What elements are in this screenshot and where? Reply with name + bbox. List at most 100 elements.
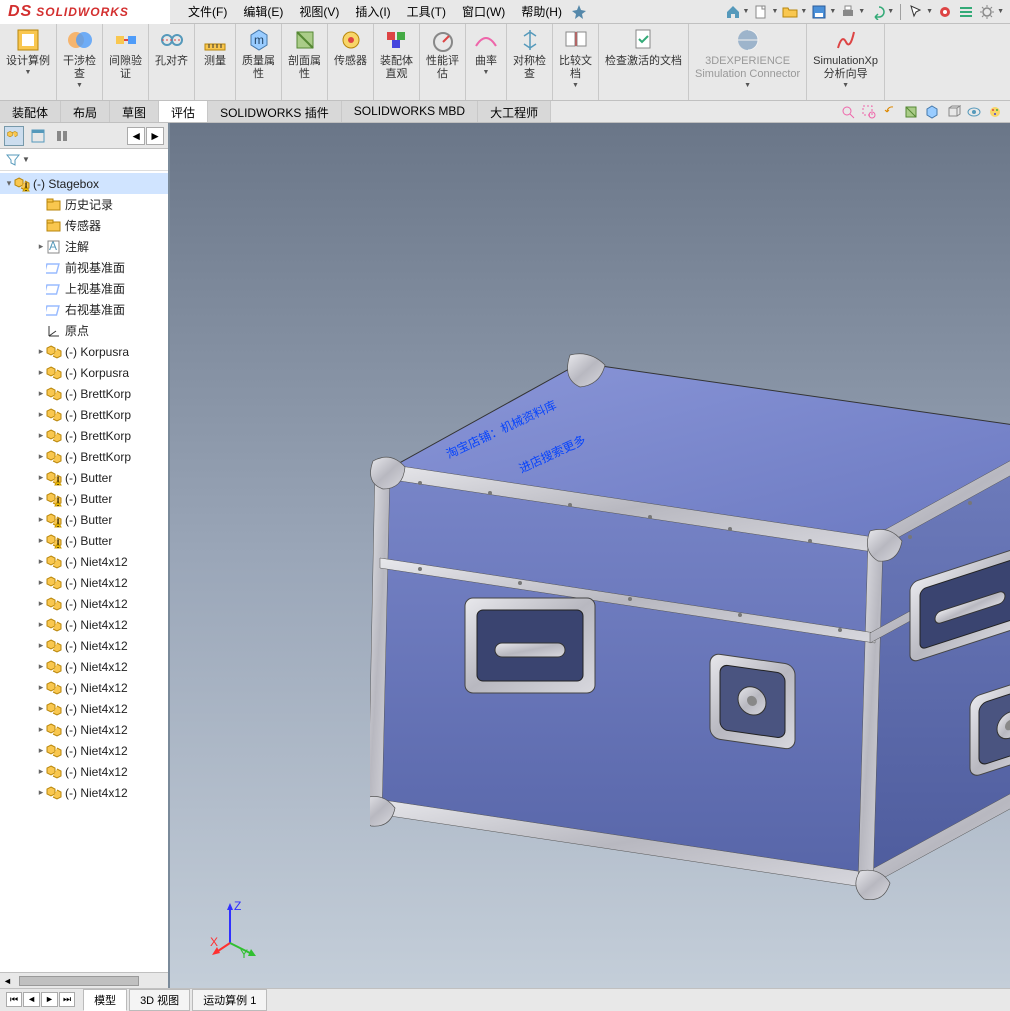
new-drop[interactable]: ▼ (771, 8, 778, 15)
view-orient-icon[interactable] (923, 103, 941, 121)
graphics-viewport[interactable]: 淘宝店铺：机械资料库 进店搜索更多 Z X Y (170, 123, 1010, 988)
tree-item[interactable]: ▸(-) Niet4x12 (0, 656, 168, 677)
bottom-tab-3dview[interactable]: 3D 视图 (129, 989, 190, 1011)
interference-check-drop[interactable]: ▼ (76, 82, 83, 89)
caret-icon[interactable]: ▸ (36, 703, 46, 714)
tree-item[interactable]: ▸!(-) Butter (0, 467, 168, 488)
tree-item[interactable]: ▸(-) Korpusra (0, 341, 168, 362)
settings-icon[interactable] (978, 3, 996, 21)
settings-drop[interactable]: ▼ (997, 8, 1004, 15)
view-triad[interactable]: Z X Y (210, 898, 270, 958)
tree-item[interactable]: ▸(-) Niet4x12 (0, 698, 168, 719)
nav-prev[interactable]: ◄ (23, 992, 40, 1007)
nav-next[interactable]: ► (41, 992, 58, 1007)
caret-icon[interactable]: ▸ (36, 451, 46, 462)
ribbon-check-active[interactable]: 检查激活的文档 (599, 24, 689, 100)
ribbon-hole-align[interactable]: 孔对齐 (149, 24, 195, 100)
tree-root[interactable]: ▾!(-) Stagebox (0, 173, 168, 194)
nav-first[interactable]: ⏮ (6, 992, 22, 1007)
tree-item[interactable]: ▸(-) Niet4x12 (0, 551, 168, 572)
fm-page-next[interactable]: ► (146, 127, 164, 145)
ribbon-section-props[interactable]: 剖面属性 (282, 24, 328, 100)
fm-tab-tree[interactable] (4, 126, 24, 146)
bottom-tab-model[interactable]: 模型 (83, 989, 127, 1011)
tree-item[interactable]: ▸(-) Niet4x12 (0, 593, 168, 614)
cmdtab-评估[interactable]: 评估 (159, 101, 208, 122)
ribbon-measure[interactable]: 测量 (195, 24, 236, 100)
select-drop[interactable]: ▼ (926, 8, 933, 15)
ribbon-mass-props[interactable]: m质量属性 (236, 24, 282, 100)
tree-item[interactable]: ▸!(-) Butter (0, 488, 168, 509)
cmdtab-SOLIDWORKS 插件[interactable]: SOLIDWORKS 插件 (208, 101, 342, 122)
caret-icon[interactable]: ▸ (36, 472, 46, 483)
home-drop[interactable]: ▼ (743, 8, 750, 15)
rebuild-icon[interactable] (936, 3, 954, 21)
caret-icon[interactable]: ▸ (36, 409, 46, 420)
ribbon-clearance-verify[interactable]: 间隙验证 (103, 24, 149, 100)
simxpress-drop[interactable]: ▼ (842, 82, 849, 89)
zoom-fit-icon[interactable] (839, 103, 857, 121)
print-icon[interactable] (839, 3, 857, 21)
tree-item[interactable]: ▸A注解 (0, 236, 168, 257)
scroll-left[interactable]: ◄ (0, 976, 15, 986)
filter-drop-icon[interactable]: ▼ (22, 155, 30, 164)
bottom-tab-motion[interactable]: 运动算例 1 (192, 989, 267, 1011)
caret-icon[interactable]: ▸ (36, 598, 46, 609)
ribbon-compare-docs[interactable]: 比较文档▼ (553, 24, 599, 100)
ribbon-sensor[interactable]: 传感器 (328, 24, 374, 100)
fm-tab-property[interactable] (28, 126, 48, 146)
menu-edit[interactable]: 编辑(E) (235, 0, 291, 23)
compare-docs-drop[interactable]: ▼ (572, 82, 579, 89)
caret-icon[interactable]: ▸ (36, 367, 46, 378)
tree-item[interactable]: ▸!(-) Butter (0, 530, 168, 551)
print-drop[interactable]: ▼ (858, 8, 865, 15)
menu-tools[interactable]: 工具(T) (399, 0, 454, 23)
cmdtab-草图[interactable]: 草图 (110, 101, 159, 122)
menu-help[interactable]: 帮助(H) (513, 0, 570, 23)
caret-icon[interactable]: ▸ (36, 535, 46, 546)
save-icon[interactable] (810, 3, 828, 21)
ribbon-interference-check[interactable]: 干涉检查▼ (57, 24, 103, 100)
design-example-drop[interactable]: ▼ (25, 69, 32, 76)
tree-item[interactable]: ▸(-) Niet4x12 (0, 635, 168, 656)
tree-item[interactable]: ▸(-) Niet4x12 (0, 782, 168, 803)
options-icon[interactable] (957, 3, 975, 21)
home-icon[interactable] (724, 3, 742, 21)
feature-tree[interactable]: ▾!(-) Stagebox历史记录传感器▸A注解前视基准面上视基准面右视基准面… (0, 171, 168, 972)
save-drop[interactable]: ▼ (829, 8, 836, 15)
menu-file[interactable]: 文件(F) (180, 0, 235, 23)
new-doc-icon[interactable] (752, 3, 770, 21)
fm-page-prev[interactable]: ◄ (127, 127, 145, 145)
section-view-icon[interactable] (902, 103, 920, 121)
edit-appearance-icon[interactable] (986, 103, 1004, 121)
tree-item[interactable]: ▸(-) Niet4x12 (0, 677, 168, 698)
ribbon-simxpress[interactable]: SimulationXp分析向导▼ (807, 24, 885, 100)
ribbon-design-example[interactable]: 设计算例▼ (0, 24, 57, 100)
caret-icon[interactable]: ▸ (36, 619, 46, 630)
fm-hscroll[interactable]: ◄ (0, 972, 168, 988)
select-icon[interactable] (907, 3, 925, 21)
caret-icon[interactable]: ▸ (36, 556, 46, 567)
menu-window[interactable]: 窗口(W) (454, 0, 513, 23)
tree-item[interactable]: 右视基准面 (0, 299, 168, 320)
tree-item[interactable]: 历史记录 (0, 194, 168, 215)
undo-icon[interactable] (868, 3, 886, 21)
tree-item[interactable]: ▸(-) BrettKorp (0, 383, 168, 404)
tree-item[interactable]: ▸(-) Korpusra (0, 362, 168, 383)
scroll-thumb[interactable] (19, 976, 139, 986)
pin-icon[interactable] (570, 3, 588, 21)
menu-insert[interactable]: 插入(I) (347, 0, 398, 23)
ribbon-sym-check[interactable]: 对称检查 (507, 24, 553, 100)
tree-item[interactable]: ▸(-) Niet4x12 (0, 614, 168, 635)
tree-item[interactable]: 前视基准面 (0, 257, 168, 278)
caret-icon[interactable]: ▸ (36, 430, 46, 441)
tree-item[interactable]: 传感器 (0, 215, 168, 236)
ribbon-assy-visual[interactable]: 装配体直观 (374, 24, 420, 100)
caret-icon[interactable]: ▸ (36, 346, 46, 357)
cmdtab-SOLIDWORKS MBD[interactable]: SOLIDWORKS MBD (342, 101, 478, 122)
zoom-area-icon[interactable] (860, 103, 878, 121)
3dexp-drop[interactable]: ▼ (744, 82, 751, 89)
open-icon[interactable] (781, 3, 799, 21)
caret-icon[interactable]: ▸ (36, 766, 46, 777)
tree-item[interactable]: ▸(-) Niet4x12 (0, 719, 168, 740)
